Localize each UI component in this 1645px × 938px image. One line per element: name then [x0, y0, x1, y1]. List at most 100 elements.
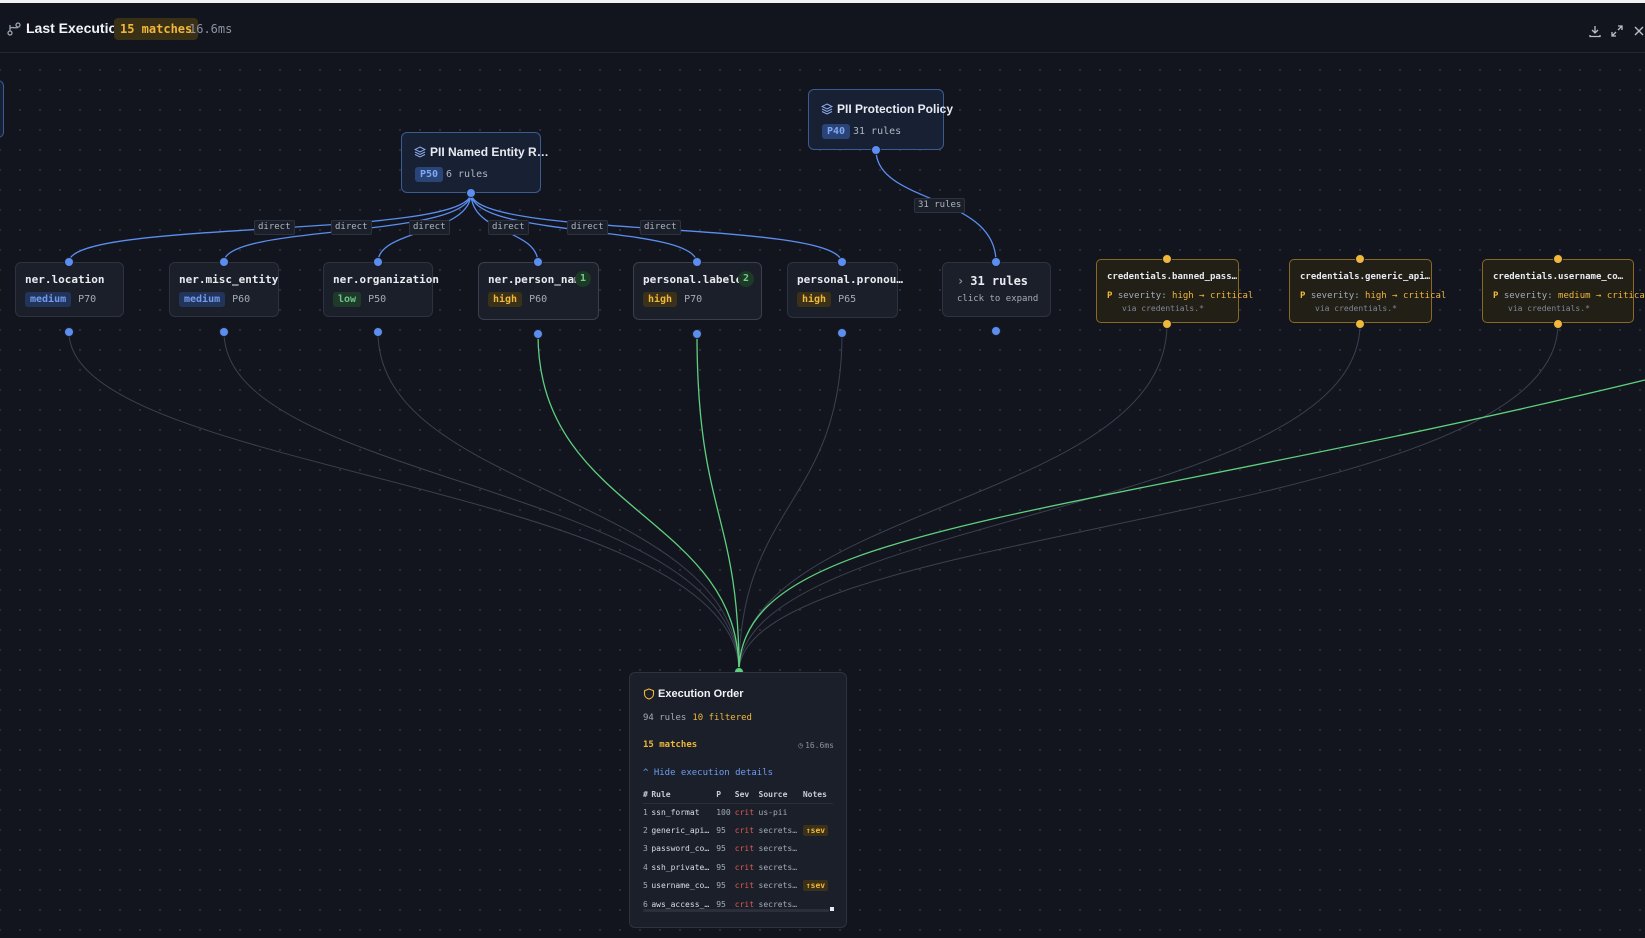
- severity-tag: high: [797, 292, 832, 307]
- scroll-thumb[interactable]: [830, 907, 834, 911]
- rule-name: personal.labele…: [643, 273, 749, 286]
- execution-stats: 94 rules 10 filtered: [643, 713, 752, 723]
- group-priority: P40: [822, 124, 851, 139]
- node-input-handle[interactable]: [692, 257, 702, 267]
- severity-tag: medium: [25, 292, 72, 307]
- collapsed-title: › 31 rules: [957, 274, 1029, 288]
- rule-priority: P60: [529, 294, 548, 305]
- edge-person-exec: [537, 333, 740, 673]
- node-output-handle[interactable]: [1355, 319, 1365, 329]
- table-row[interactable]: 1 ssn_format 100 crit us-pii: [643, 803, 833, 821]
- group-rule-count: 31 rules: [853, 126, 902, 137]
- group-output-handle[interactable]: [871, 145, 881, 155]
- group-pii-named-entity[interactable]: PII Named Entity R… P50 6 rules: [401, 132, 549, 193]
- expand-hint: click to expand: [957, 294, 1039, 304]
- group-rule-count: 6 rules: [446, 169, 489, 180]
- edge-label-31-rules: 31 rules: [914, 198, 966, 213]
- credential-node-generic-api[interactable]: credentials.generic_api… P severity: hig…: [1289, 259, 1446, 323]
- group-output-handle[interactable]: [466, 188, 476, 198]
- node-output-handle[interactable]: [991, 326, 1001, 336]
- rule-priority: P70: [78, 294, 97, 305]
- table-row[interactable]: 5 username_co… 95 crit secrets… ↑sev: [643, 877, 833, 895]
- edge-label-direct: direct: [331, 220, 372, 235]
- node-output-handle[interactable]: [1162, 319, 1172, 329]
- collapsed-rules-node[interactable]: › 31 rules click to expand: [942, 262, 1051, 317]
- node-input-handle[interactable]: [1553, 254, 1563, 264]
- edge-offscreen-exec: [738, 379, 1645, 673]
- close-icon[interactable]: [1632, 24, 1645, 38]
- severity-tag: low: [333, 292, 362, 307]
- severity-tag: high: [643, 292, 678, 307]
- node-input-handle[interactable]: [1355, 254, 1365, 264]
- graph-canvas[interactable]: PII Named Entity R… P50 6 rules PII Prot…: [0, 54, 1645, 934]
- node-output-handle[interactable]: [1553, 319, 1563, 329]
- rule-name: ner.location: [25, 273, 105, 286]
- group-priority: P50: [415, 167, 444, 182]
- group-title: PII Protection Policy: [837, 102, 954, 116]
- rule-node-ner-person-name[interactable]: ner.person_name 1 high P60: [478, 262, 599, 320]
- execution-time: 16.6ms: [189, 22, 233, 36]
- severity-override: P severity: high → critical: [1107, 291, 1254, 301]
- node-input-handle[interactable]: [219, 257, 229, 267]
- severity-raised-badge: ↑sev: [802, 880, 829, 892]
- match-count-badge: 1: [575, 271, 591, 287]
- panel-header: Last Execution 15 matches 16.6ms: [0, 3, 1645, 53]
- execution-matches: 15 matches: [643, 740, 698, 750]
- severity-tag: medium: [179, 292, 226, 307]
- table-row[interactable]: 4 ssh_private… 95 crit secrets…: [643, 858, 833, 876]
- edge-generic-exec: [738, 323, 1361, 673]
- clock-icon: ◷: [798, 741, 804, 750]
- rule-node-ner-organization[interactable]: ner.organization low P50: [323, 262, 439, 317]
- rule-name: ner.organization: [333, 273, 439, 286]
- table-header-row: # Rule P Sev Source Notes: [643, 787, 833, 804]
- severity-override: P severity: high → critical: [1300, 291, 1447, 301]
- col-notes: Notes: [802, 787, 833, 804]
- branch-icon: [7, 22, 21, 36]
- node-output-handle[interactable]: [692, 329, 702, 339]
- edge-label-direct: direct: [567, 220, 608, 235]
- execution-order-node[interactable]: Execution Order 94 rules 10 filtered 15 m…: [629, 672, 847, 928]
- rule-node-personal-labeled[interactable]: personal.labele… 2 high P70: [633, 262, 762, 320]
- execution-time: ◷ 16.6ms: [798, 741, 834, 750]
- expand-icon[interactable]: [1610, 24, 1624, 38]
- download-icon[interactable]: [1588, 24, 1602, 38]
- rule-node-ner-misc-entity[interactable]: ner.misc_entity medium P60: [169, 262, 279, 317]
- node-output-handle[interactable]: [837, 328, 847, 338]
- layers-icon: [414, 146, 426, 158]
- node-output-handle[interactable]: [64, 327, 74, 337]
- credential-source: via credentials.*: [1508, 304, 1590, 313]
- col-source: Source: [758, 787, 803, 804]
- credential-node-username-co[interactable]: credentials.username_co… P severity: med…: [1482, 259, 1645, 323]
- severity-tag: high: [488, 292, 523, 307]
- node-input-handle[interactable]: [1162, 254, 1172, 264]
- rule-node-ner-location[interactable]: ner.location medium P70: [15, 262, 124, 317]
- severity-raised-badge: ↑sev: [802, 825, 829, 837]
- node-input-handle[interactable]: [64, 257, 74, 267]
- credential-name: credentials.generic_api…: [1300, 272, 1431, 282]
- edge-banned-exec: [738, 323, 1168, 673]
- credential-node-banned-pass[interactable]: credentials.banned_pass… P severity: hig…: [1096, 259, 1253, 323]
- node-output-handle[interactable]: [373, 327, 383, 337]
- node-input-handle[interactable]: [837, 257, 847, 267]
- edge-misc-exec: [223, 331, 740, 673]
- matches-badge: 15 matches: [114, 18, 199, 40]
- col-severity: Sev: [734, 787, 759, 804]
- node-output-handle[interactable]: [533, 329, 543, 339]
- node-input-handle[interactable]: [373, 257, 383, 267]
- edge-labeled-exec: [696, 333, 740, 673]
- table-row[interactable]: 3 password_co… 95 crit secrets…: [643, 840, 833, 858]
- credential-name: credentials.username_co…: [1493, 272, 1624, 282]
- edge-label-direct: direct: [254, 220, 295, 235]
- node-output-handle[interactable]: [219, 327, 229, 337]
- group-pii-protection-policy[interactable]: PII Protection Policy P40 31 rules: [808, 89, 953, 150]
- credential-source: via credentials.*: [1122, 304, 1204, 313]
- edge-org-exec: [377, 331, 740, 673]
- hide-details-toggle[interactable]: ^ Hide execution details: [643, 768, 773, 778]
- edge-label-direct: direct: [488, 220, 529, 235]
- rule-node-personal-pronoun[interactable]: personal.pronou… high P65: [787, 262, 903, 318]
- node-input-handle[interactable]: [991, 257, 1001, 267]
- node-input-handle[interactable]: [533, 257, 543, 267]
- table-scrollbar[interactable]: [643, 909, 829, 912]
- table-row[interactable]: 2 generic_api… 95 crit secrets… ↑sev: [643, 821, 833, 839]
- offscreen-group-node[interactable]: [0, 80, 4, 138]
